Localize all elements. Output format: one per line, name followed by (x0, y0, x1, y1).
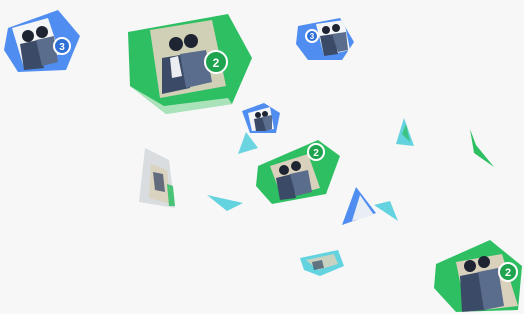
flyer-large-green-top-badge: 2 (213, 56, 220, 70)
scene-canvas: 2 3 3 2 2 (0, 0, 524, 314)
flyer-green-bottom-right-art: 2 (434, 240, 522, 312)
flyer-green-center-badge: 2 (313, 148, 319, 159)
shard-teal-bottom (296, 248, 346, 278)
flyer-blue-top-left: 3 (2, 10, 87, 80)
shard-grey-left (133, 144, 181, 212)
flyer-blue-top-right-badge: 3 (310, 32, 315, 41)
flyer-large-green-top: 2 (120, 10, 260, 114)
flyer-blue-top-right: 3 (294, 16, 364, 64)
flyer-green-bottom-right-badge: 2 (505, 267, 511, 279)
shard-teal-center (236, 130, 260, 156)
flyer-green-center: 2 (254, 136, 344, 206)
flyer-large-green-top-art: 2 (128, 14, 252, 114)
flyer-green-bottom-right: 2 (432, 236, 524, 314)
flyer-blue-top-left-art: 3 (4, 10, 80, 72)
shard-green-right (464, 127, 496, 169)
shard-teal-right (394, 116, 418, 148)
flyer-green-center-art: 2 (256, 140, 340, 204)
flyer-blue-top-left-badge: 3 (59, 42, 65, 53)
shard-teal-low-2 (372, 199, 400, 225)
flyer-blue-top-right-art: 3 (296, 18, 354, 60)
shard-teal-low (205, 193, 245, 213)
